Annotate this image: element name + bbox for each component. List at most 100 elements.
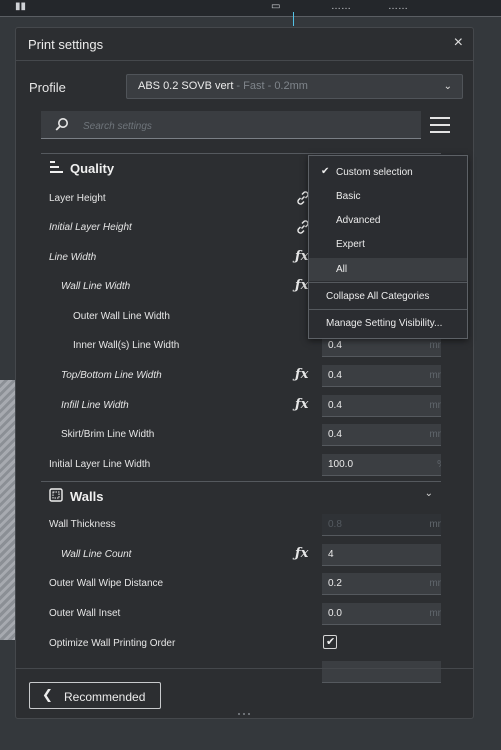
setting-visibility-menu: ✔ Custom selection Basic Advanced Expert… — [308, 155, 468, 339]
panel-title: Print settings — [28, 37, 104, 52]
search-input[interactable] — [81, 115, 415, 137]
close-icon[interactable]: × — [454, 34, 463, 52]
setting-label: Initial Layer Height — [49, 222, 132, 233]
setting-unit: mm — [429, 519, 441, 530]
setting-unit: mm — [429, 578, 441, 589]
setting-input[interactable]: 0.4 mm — [322, 395, 441, 417]
setting-value: 0.8 — [328, 519, 342, 530]
fx-icon[interactable]: ƒx — [295, 278, 308, 293]
search-icon — [55, 118, 68, 131]
menu-item-all[interactable]: All — [309, 258, 467, 281]
setting-label: Inner Wall(s) Line Width — [73, 340, 180, 351]
menu-item-collapse-all[interactable]: Collapse All Categories — [309, 285, 467, 308]
setting-label: Outer Wall Line Width — [73, 311, 170, 322]
profile-value: ABS 0.2 SOVB vert — [138, 80, 234, 92]
chevron-down-icon: ⌄ — [424, 488, 433, 499]
setting-unit: mm — [429, 370, 441, 381]
menu-item-label: Collapse All Categories — [326, 291, 430, 302]
setting-input[interactable]: 4 — [322, 544, 441, 566]
setting-input[interactable]: 0.4 mm — [322, 424, 441, 446]
profile-sub: - Fast - 0.2mm — [233, 80, 308, 92]
setting-unit: mm — [429, 400, 441, 411]
footer-divider — [16, 668, 473, 669]
menu-item-custom-selection[interactable]: ✔ Custom selection — [309, 161, 467, 184]
setting-unit: mm — [429, 429, 441, 440]
menu-separator — [309, 282, 467, 283]
setting-label: Wall Thickness — [49, 519, 116, 530]
setting-row: Skirt/Brim Line Width 0.4 mm — [41, 420, 441, 449]
setting-row: Wall Thickness 0.8 mm — [41, 510, 441, 539]
setting-label: Initial Layer Line Width — [49, 459, 151, 470]
menu-item-label: Custom selection — [336, 167, 413, 178]
print-settings-panel: Print settings × Profile ABS 0.2 SOVB ve… — [15, 27, 474, 719]
setting-value: 0.0 — [328, 608, 342, 619]
menu-item-manage-visibility[interactable]: Manage Setting Visibility... — [309, 312, 467, 335]
settings-visibility-menu-icon[interactable] — [430, 117, 450, 133]
profile-dropdown[interactable]: ABS 0.2 SOVB vert - Fast - 0.2mm ⌄ — [126, 74, 463, 99]
quality-layers-icon — [50, 161, 63, 173]
setting-input[interactable]: 0.8 mm — [322, 514, 441, 536]
setting-unit: % — [437, 459, 441, 470]
setting-checkbox[interactable]: ✔ — [323, 635, 337, 649]
fx-icon[interactable]: ƒx — [295, 249, 308, 264]
setting-row: Outer Wall Inset 0.0 mm — [41, 599, 441, 628]
chevron-left-icon: ❮ — [42, 687, 53, 702]
menu-item-label: Manage Setting Visibility... — [326, 318, 443, 329]
menu-item-expert[interactable]: Expert — [309, 233, 467, 256]
setting-row: Initial Layer Line Width 100.0 % — [41, 450, 441, 479]
search-box[interactable] — [41, 111, 421, 139]
setting-value: 0.4 — [328, 400, 342, 411]
category-walls[interactable]: Walls ⌄ — [41, 481, 441, 510]
menu-item-label: Expert — [336, 239, 365, 250]
setting-row: Infill Line Width ƒx 0.4 mm — [41, 391, 441, 420]
menu-item-label: Advanced — [336, 215, 381, 226]
menu-item-label: All — [336, 264, 348, 275]
setting-label: Layer Height — [49, 193, 106, 204]
setting-input[interactable]: 0.4 mm — [322, 365, 441, 387]
toolbar-dots-icon[interactable]: …… — [388, 2, 408, 12]
toolbar-grid-icon[interactable]: …… — [331, 2, 351, 12]
chevron-down-icon: ⌄ — [443, 81, 452, 92]
profile-label: Profile — [29, 80, 66, 95]
toolbar-accent-line — [293, 12, 294, 26]
setting-label: Outer Wall Inset — [49, 608, 121, 619]
setting-row: Wall Line Count ƒx 4 — [41, 540, 441, 569]
setting-row: Outer Wall Wipe Distance 0.2 mm — [41, 569, 441, 598]
menu-item-basic[interactable]: Basic — [309, 185, 467, 208]
recommended-label: Recommended — [64, 690, 146, 704]
setting-label: Wall Line Count — [61, 549, 132, 560]
fx-icon[interactable]: ƒx — [295, 546, 308, 561]
setting-unit: mm — [429, 608, 441, 619]
setting-value: 0.4 — [328, 340, 342, 351]
setting-value: 100.0 — [328, 459, 354, 470]
setting-input[interactable]: 0.0 mm — [322, 603, 441, 625]
setting-input[interactable]: 100.0 % — [322, 454, 441, 476]
setting-value: 0.2 — [328, 578, 342, 589]
check-icon: ✔ — [326, 636, 336, 648]
setting-row: Top/Bottom Line Width ƒx 0.4 mm — [41, 361, 441, 390]
setting-value: 0.4 — [328, 429, 342, 440]
setting-value: 4 — [328, 549, 334, 560]
setting-label: Optimize Wall Printing Order — [49, 638, 176, 649]
walls-icon — [49, 488, 63, 502]
fx-icon[interactable]: ƒx — [295, 367, 308, 382]
setting-input[interactable] — [322, 661, 441, 683]
setting-row: Optimize Wall Printing Order ✔ — [41, 629, 441, 658]
menu-item-label: Basic — [336, 191, 361, 202]
menu-item-advanced[interactable]: Advanced — [309, 209, 467, 232]
setting-label: Skirt/Brim Line Width — [61, 429, 155, 440]
setting-label: Line Width — [49, 252, 97, 263]
setting-value: 0.4 — [328, 370, 342, 381]
menu-separator — [309, 309, 467, 310]
category-label: Walls — [70, 489, 104, 504]
setting-label: Infill Line Width — [61, 400, 129, 411]
resize-handle[interactable] — [236, 711, 252, 717]
fx-icon[interactable]: ƒx — [295, 397, 308, 412]
toolbar-device-icon[interactable]: ▭ — [271, 2, 280, 12]
setting-input[interactable]: 0.2 mm — [322, 573, 441, 595]
recommended-button[interactable]: ❮ Recommended — [29, 682, 161, 709]
toolbar-left-icon[interactable]: ▮▮ — [15, 2, 26, 12]
setting-label: Outer Wall Wipe Distance — [49, 578, 164, 589]
panel-header: Print settings × — [16, 28, 473, 61]
check-icon: ✔ — [321, 166, 330, 177]
